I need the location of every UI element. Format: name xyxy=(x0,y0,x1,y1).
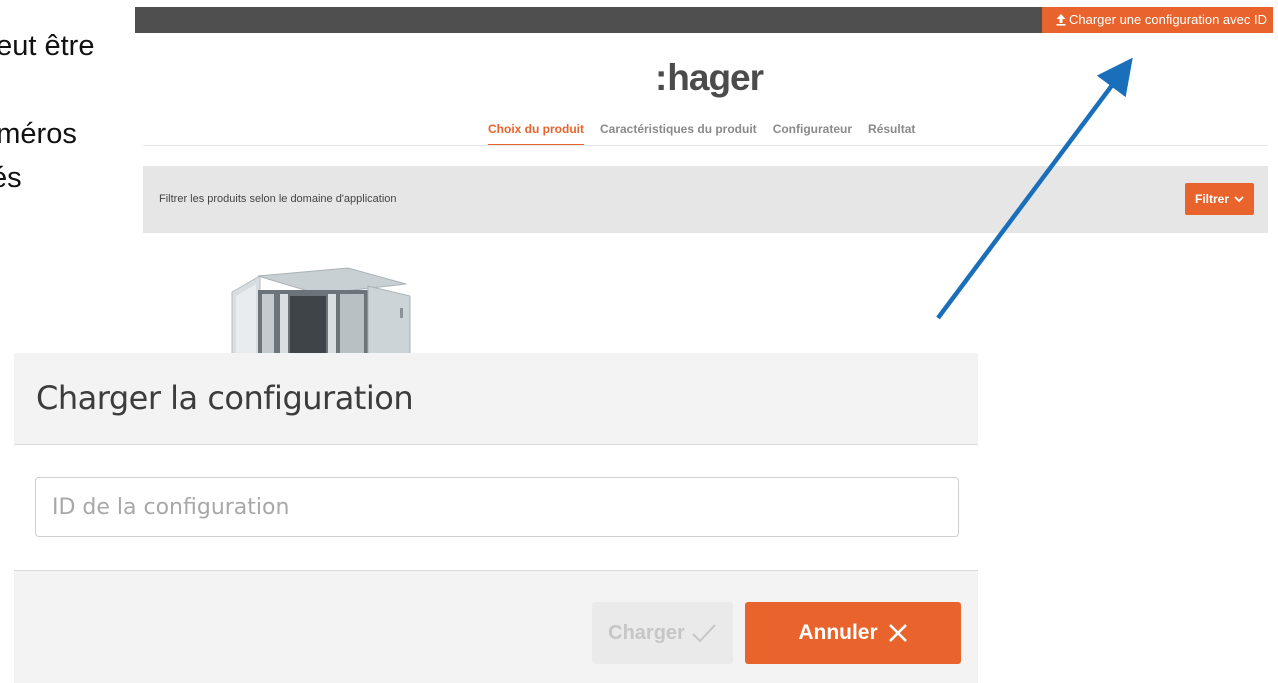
cancel-button-label: Annuler xyxy=(798,621,878,644)
configuration-id-input[interactable] xyxy=(35,477,959,537)
load-configuration-dialog: Charger la configuration Charger Annuler xyxy=(14,353,978,683)
upload-icon xyxy=(1056,14,1066,26)
filter-button[interactable]: Filtrer xyxy=(1184,183,1254,215)
slide-text-fragment: peut être es numéros ciés xyxy=(0,24,130,200)
dialog-divider xyxy=(14,570,978,571)
load-configuration-with-id-button[interactable]: Charger une configuration avec ID xyxy=(1041,7,1273,33)
load-button[interactable]: Charger xyxy=(592,602,733,664)
check-icon xyxy=(692,624,716,643)
filter-bar: Filtrer les produits selon le domaine d'… xyxy=(143,166,1268,233)
tab-configurator[interactable]: Configurateur xyxy=(773,122,852,146)
tab-result[interactable]: Résultat xyxy=(868,122,915,146)
slide-text-line: numéros xyxy=(0,118,77,150)
chevron-down-icon xyxy=(1234,195,1244,202)
load-button-label: Charger xyxy=(608,621,685,644)
dialog-title: Charger la configuration xyxy=(36,379,414,417)
cancel-button[interactable]: Annuler xyxy=(745,602,961,664)
close-icon xyxy=(888,624,907,642)
step-tabs: Choix du produit Caractéristiques du pro… xyxy=(488,122,915,146)
dialog-body xyxy=(14,445,978,570)
filter-description: Filtrer les produits selon le domaine d'… xyxy=(159,193,397,205)
top-bar: Charger une configuration avec ID xyxy=(135,7,1273,33)
tab-product-choice[interactable]: Choix du produit xyxy=(488,122,584,146)
tab-product-characteristics[interactable]: Caractéristiques du produit xyxy=(600,122,757,146)
tabs-divider xyxy=(143,145,1268,146)
load-configuration-with-id-label: Charger une configuration avec ID xyxy=(1068,12,1267,27)
filter-button-label: Filtrer xyxy=(1194,192,1229,206)
slide-text-line: ciés xyxy=(0,162,22,194)
cabinet-product-image[interactable] xyxy=(228,262,412,354)
hager-logo: :hager xyxy=(654,57,764,98)
